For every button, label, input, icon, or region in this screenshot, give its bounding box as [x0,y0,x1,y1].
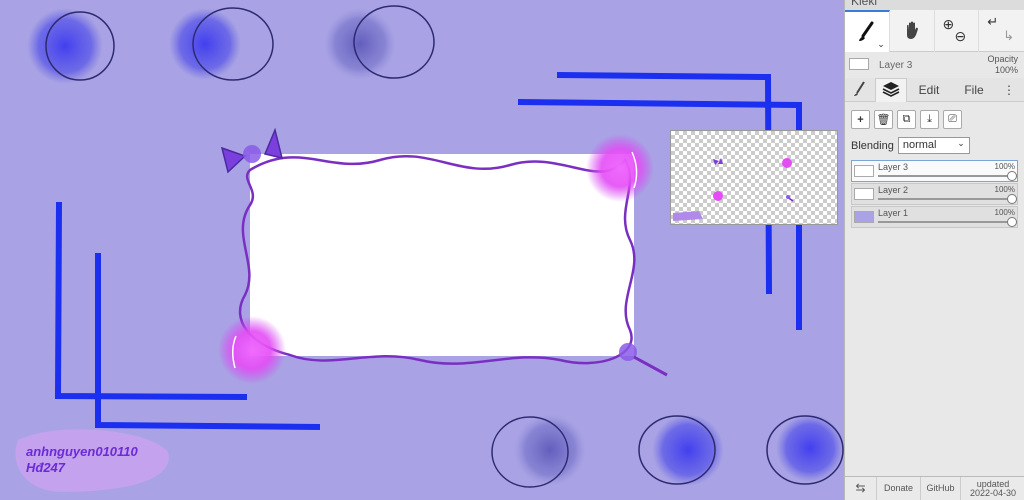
layer-opacity-slider[interactable] [878,198,1011,200]
brush-tab-icon [853,80,867,100]
blending-value: normal [902,139,937,151]
watermark-line-1: anhnguyen010110 [26,444,138,459]
hand-icon [902,20,922,43]
merge-down-icon: ⤓ [927,113,932,125]
panel-header: Kleki [845,0,1024,10]
delete-layer-icon: 🗑 [876,114,891,126]
slider-knob[interactable] [1007,217,1017,227]
layer-thumbnail [854,165,874,177]
fuzzy-circle-bottom-1 [491,414,586,488]
tab-layers[interactable] [875,78,907,102]
canvas-artwork [15,5,844,492]
layer-action-buttons: + 🗑 ⧉ ⤓ ⎚ [845,102,1024,133]
layer-item-3[interactable]: Layer 3 100% [851,160,1018,182]
more-menu-button[interactable]: ⋮ [997,78,1021,102]
duplicate-layer-button[interactable]: ⧉ [897,110,916,129]
canvas-preview-navigator[interactable] [670,130,838,225]
glow-blob-top-right [586,134,654,202]
layer-opacity: 100% [994,208,1015,217]
opacity-label: Opacity [987,54,1018,64]
layer-name: Layer 2 [878,185,909,195]
brush-icon [856,20,878,45]
fuzzy-circle-bottom-2 [638,414,724,486]
zoom-in-icon[interactable]: ⊕ [943,16,955,33]
opacity-readout: Opacity 100% [987,54,1018,76]
brush-tool-button[interactable]: ⌄ [845,10,890,52]
hand-tool-button[interactable] [890,10,935,52]
layer-thumbnail [854,188,874,200]
updated-date: 2022-04-30 [969,487,1017,498]
rename-layer-icon: ⎚ [948,113,957,125]
layer-opacity-slider[interactable] [878,221,1011,223]
layer-opacity-slider[interactable] [878,175,1011,177]
layer-name: Layer 3 [878,162,909,172]
tab-edit[interactable]: Edit [907,78,951,102]
fuzzy-circle-top-2 [169,7,274,81]
github-link[interactable]: GitHub [921,477,961,500]
blending-row: Blending normal ⌄ [845,133,1024,158]
white-frame [250,154,634,356]
panel-footer: ⇆ Donate GitHub updated 2022-04-30 [845,476,1024,500]
add-layer-icon: + [857,113,864,126]
undo-icon[interactable]: ↵ [987,14,998,30]
app-name: Kleki [851,0,878,8]
add-layer-button[interactable]: + [851,110,870,129]
fuzzy-circle-top-3 [324,5,435,80]
blending-label: Blending [851,139,894,152]
preview-thumbnail [673,158,794,221]
tab-file[interactable]: File [951,78,997,102]
drawing-canvas[interactable]: anhnguyen010110 Hđ247 [0,0,844,500]
current-layer-thumbnail [849,58,869,70]
slider-knob[interactable] [1007,171,1017,181]
layer-opacity: 100% [994,162,1015,171]
duplicate-layer-icon: ⧉ [902,113,911,125]
zoom-out-icon[interactable]: ⊖ [955,28,967,45]
fuzzy-circle-top-1 [27,8,115,84]
layer-thumbnail [854,211,874,223]
layer-name: Layer 1 [878,208,909,218]
layer-list: Layer 3 100% Layer 2 100% Layer 1 100% [845,158,1024,231]
layer-item-1[interactable]: Layer 1 100% [851,206,1018,228]
tab-brush[interactable] [845,78,875,102]
more-vertical-icon: ⋮ [1003,83,1015,97]
delete-layer-button[interactable]: 🗑 [874,110,893,129]
layer-item-2[interactable]: Layer 2 100% [851,183,1018,205]
blending-select[interactable]: normal ⌄ [897,137,970,154]
swap-arrows-icon: ⇆ [855,481,866,495]
redo-icon[interactable]: ↳ [1003,28,1014,44]
layers-icon [882,81,900,100]
tool-row: ⌄ ⊕ ⊖ ↵ ↳ [845,10,1024,52]
undo-redo-buttons: ↵ ↳ [979,10,1024,52]
updated-info: updated 2022-04-30 [961,477,1024,500]
watermark-line-2: Hđ247 [26,460,66,475]
layer-opacity: 100% [994,185,1015,194]
glow-blob-bottom-left [218,316,286,384]
current-layer-name: Layer 3 [879,60,913,71]
pin-decoration [619,343,668,377]
fuzzy-circle-bottom-3 [766,414,844,485]
donate-link[interactable]: Donate [877,477,921,500]
rename-layer-button[interactable]: ⎚ [943,110,962,129]
zoom-buttons: ⊕ ⊖ [935,10,980,52]
panel-tabs: Edit File ⋮ [845,78,1024,102]
kleki-app: anhnguyen010110 Hđ247 Kleki ⌄ ⊕ ⊖ ↵ ↳ La… [0,0,1024,500]
opacity-value: 100% [994,65,1018,75]
chevron-down-icon: ⌄ [957,138,965,148]
chevron-down-icon: ⌄ [877,39,885,49]
slider-knob[interactable] [1007,194,1017,204]
current-layer-info: Layer 3 Opacity 100% [845,52,1024,78]
watermark-text: anhnguyen010110 Hđ247 [26,444,138,476]
merge-down-button[interactable]: ⤓ [920,110,939,129]
side-panel: Kleki ⌄ ⊕ ⊖ ↵ ↳ Layer 3 Opacity 100% Edi… [844,0,1024,500]
swap-side-button[interactable]: ⇆ [845,477,877,500]
